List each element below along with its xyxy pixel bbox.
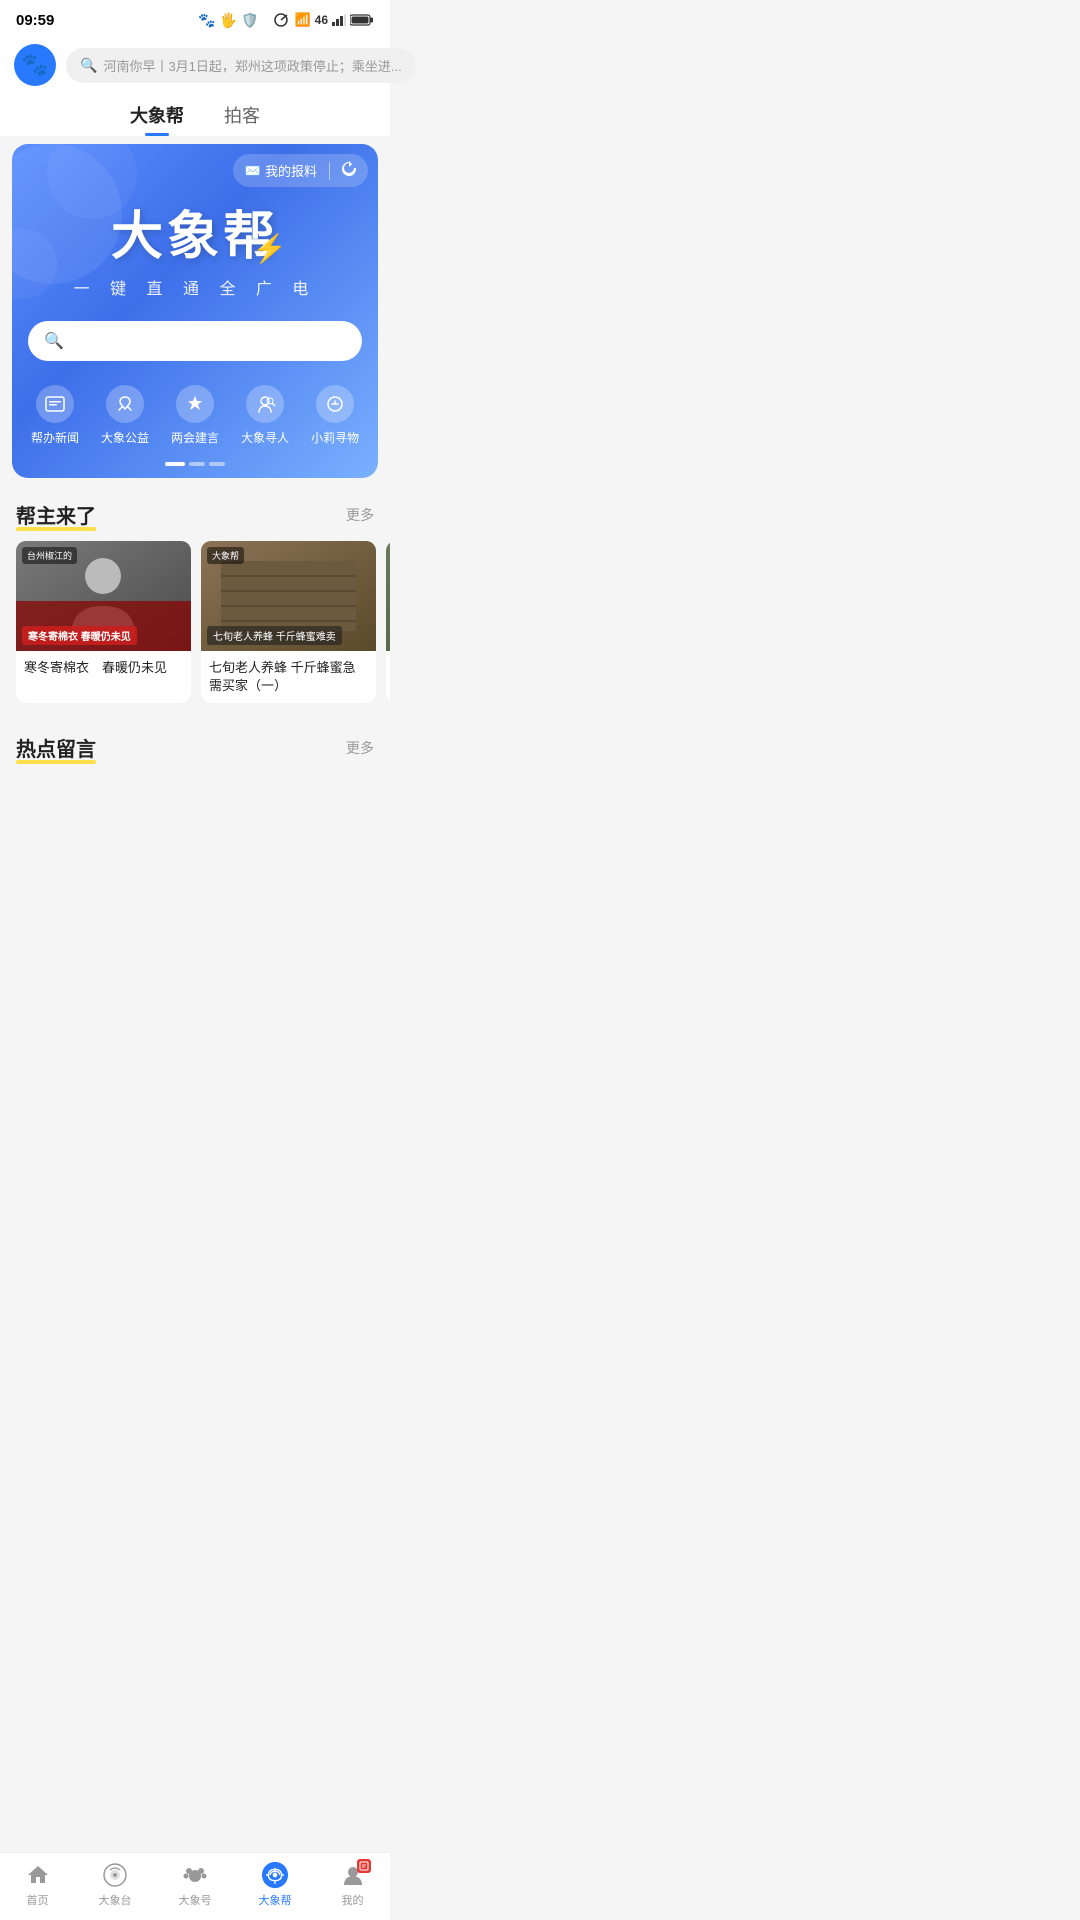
battery-icon [350,14,374,26]
banner-subtitle: 一 键 直 通 全 广 电 [32,275,358,299]
tab-bar: 大象帮 拍客 [0,94,390,136]
news-thumb-2: 大象新闻 [386,541,390,651]
nav-label-paw: 大象号 [179,1892,212,1908]
wifi-icon: 📶 [294,12,310,28]
nav-label-mine: 我的 [342,1892,364,1908]
dot-3 [209,462,225,466]
banner-section: ✉️ 我的报料 大象帮 ⚡ 一 键 直 通 全 广 电 🔍 [12,144,378,478]
xunwu-icon [316,385,354,423]
hand-status-icon: 🖐️ [220,12,237,29]
hotcomments-more-button[interactable]: 更多 [346,738,374,758]
carousel-dots [12,462,378,478]
status-time: 09:59 [16,12,54,29]
bangzhu-title: 帮主来了 [16,500,96,529]
paw-nav-icon [181,1861,209,1889]
news-thumb-0: 台州椒江的 寒冬寄棉衣 春暖仍未见 [16,541,191,651]
nav-item-home[interactable]: 首页 [24,1861,52,1908]
overlay-tag-1: 七旬老人养蜂 千斤蜂蜜难卖 [207,626,342,645]
bangzhu-section-header: 帮主来了 更多 [0,486,390,537]
news-card-2[interactable]: 大象新闻 [386,541,390,703]
mine-badge [357,1859,371,1873]
dot-1 [165,462,185,466]
signal-icon [274,13,290,27]
channel-badge-0: 台州椒江的 [22,547,77,564]
nav-item-paw[interactable]: 大象号 [179,1861,212,1908]
bangzhu-nav-icon [261,1861,289,1889]
hotcomments-section-header: 热点留言 更多 [0,719,390,770]
banner-title-area: 大象帮 ⚡ 一 键 直 通 全 广 电 [12,144,378,309]
news-card-1[interactable]: 大象帮 七旬老人养蜂 千斤蜂蜜难卖 七旬老人养蜂 千斤蜂蜜急需买家（一） [201,541,376,703]
category-bangban-xinwen[interactable]: 帮办新闻 [31,385,79,446]
overlay-tag-0: 寒冬寄棉衣 春暖仍未见 [22,626,137,645]
nav-label-home: 首页 [27,1892,49,1908]
search-icon: 🔍 [80,57,97,74]
status-bar: 09:59 🐾 🖐️ 🛡️ 📶 46 [0,0,390,36]
category-label-4: 小莉寻物 [311,429,359,446]
news-title-0: 寒冬寄棉衣 春暖仍未见 [16,651,191,685]
hotcomments-title: 热点留言 [16,733,96,762]
tab-bangzhu[interactable]: 大象帮 [130,102,184,136]
nav-label-bangzhu: 大象帮 [259,1892,292,1908]
app-logo[interactable]: 🐾 [14,44,56,86]
channel-badge-1: 大象帮 [207,547,244,564]
bangzhu-more-button[interactable]: 更多 [346,505,374,525]
news-cards-scroll[interactable]: 台州椒江的 寒冬寄棉衣 春暖仍未见 寒冬寄棉衣 春暖仍未见 [0,537,390,719]
category-daxiang-xunren[interactable]: 大象寻人 [241,385,289,446]
category-grid: 帮办新闻 大象公益 两会建言 [12,373,378,462]
tab-pake[interactable]: 拍客 [224,102,260,136]
search-placeholder-text: 河南你早丨3月1日起，郑州这项政策停止；乘坐进... [103,56,401,75]
nav-label-tv: 大象台 [99,1892,132,1908]
category-lianghui-jiyan[interactable]: 两会建言 [171,385,219,446]
news-thumb-1: 大象帮 七旬老人养蜂 千斤蜂蜜难卖 [201,541,376,651]
nav-item-bangzhu[interactable]: 大象帮 [259,1861,292,1908]
nav-item-tv[interactable]: 大象台 [99,1861,132,1908]
xunren-icon [246,385,284,423]
gongyi-icon [106,385,144,423]
status-icons: 🐾 🖐️ 🛡️ 📶 46 [198,12,374,29]
category-label-1: 大象公益 [101,429,149,446]
category-xiaoli-xunwu[interactable]: 小莉寻物 [311,385,359,446]
category-daxiang-gongyi[interactable]: 大象公益 [101,385,149,446]
lianghui-icon [176,385,214,423]
paw-status-icon: 🐾 [198,12,215,29]
category-label-3: 大象寻人 [241,429,289,446]
category-label-0: 帮办新闻 [31,429,79,446]
signal-bars-icon [332,14,346,26]
category-label-2: 两会建言 [171,429,219,446]
network-type: 46 [315,13,328,27]
mine-icon [339,1861,367,1889]
logo-paw-icon: 🐾 [21,52,48,78]
bottom-nav: 首页 大象台 大象号 [0,1852,390,1920]
banner-search-icon: 🔍 [44,331,64,351]
tv-icon [101,1861,129,1889]
shield-status-icon: 🛡️ [241,12,258,29]
bangban-icon [36,385,74,423]
dot-2 [189,462,205,466]
nav-item-mine[interactable]: 我的 [339,1861,367,1908]
thumb-image-2 [386,541,390,651]
news-card-0[interactable]: 台州椒江的 寒冬寄棉衣 春暖仍未见 寒冬寄棉衣 春暖仍未见 [16,541,191,703]
home-icon [24,1861,52,1889]
news-title-1: 七旬老人养蜂 千斤蜂蜜急需买家（一） [201,651,376,703]
search-bar[interactable]: 🔍 河南你早丨3月1日起，郑州这项政策停止；乘坐进... [66,48,416,83]
header: 🐾 🔍 河南你早丨3月1日起，郑州这项政策停止；乘坐进... [0,36,390,94]
lightning-icon: ⚡ [252,232,287,265]
